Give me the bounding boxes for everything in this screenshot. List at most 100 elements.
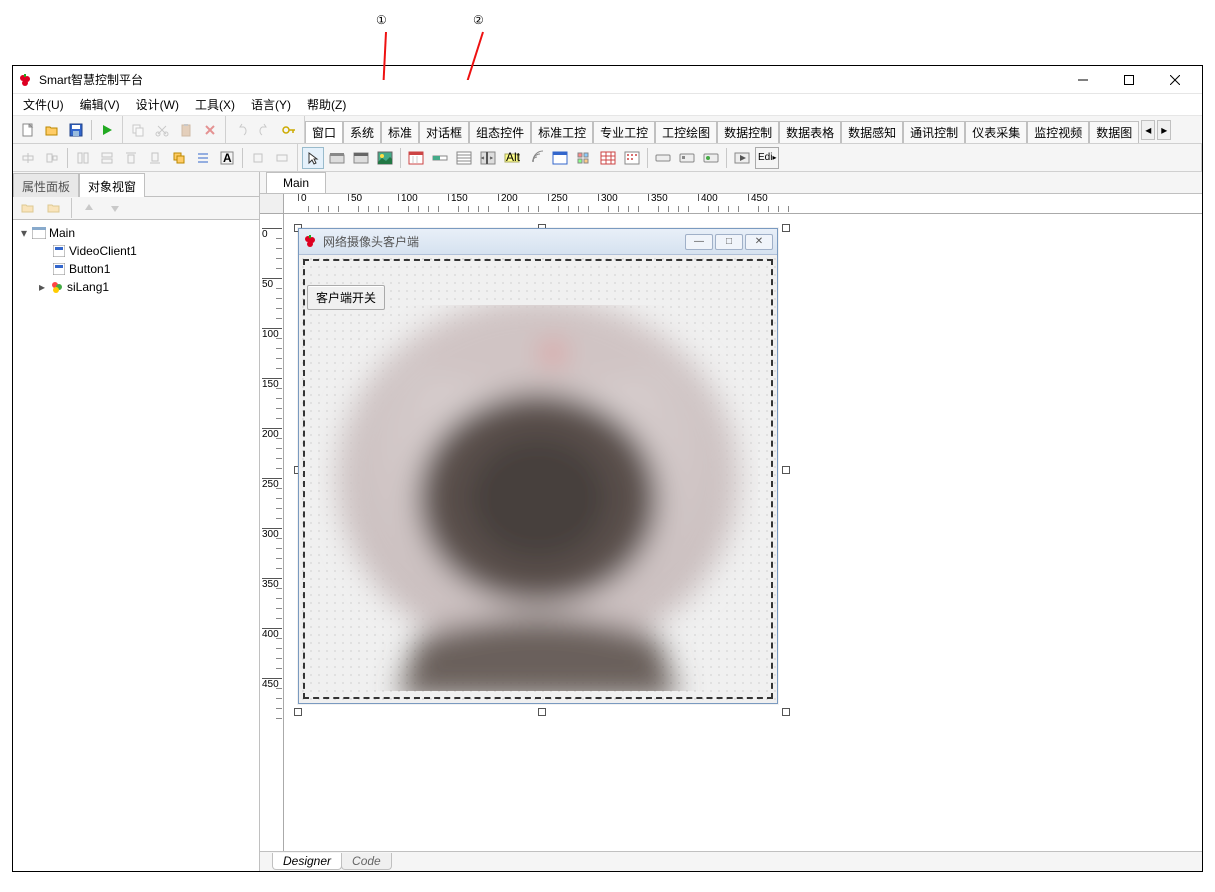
resize-handle[interactable] (782, 708, 790, 716)
menu-language[interactable]: 语言(Y) (245, 94, 297, 115)
key-button[interactable] (278, 119, 300, 141)
component-category-tabs: 窗口 系统 标准 对话框 组态控件 标准工控 专业工控 工控绘图 数据控制 数据… (305, 116, 1202, 143)
comp-button-2[interactable] (676, 147, 698, 169)
tree-node-button1[interactable]: Button1 (15, 260, 257, 278)
tab-property-panel[interactable]: 属性面板 (13, 173, 79, 197)
resize-handle[interactable] (538, 708, 546, 716)
raspberry-icon (303, 234, 319, 250)
menu-tools[interactable]: 工具(X) (189, 94, 241, 115)
doc-tab-main[interactable]: Main (266, 172, 326, 193)
align-tool-5[interactable] (120, 147, 142, 169)
tree-node-main[interactable]: ▾ Main (15, 224, 257, 242)
align-tool-list[interactable] (192, 147, 214, 169)
comp-progress[interactable] (429, 147, 451, 169)
undo-button[interactable] (230, 119, 252, 141)
video-client-component[interactable] (311, 305, 765, 691)
tree-label-silang1: siLang1 (67, 280, 109, 294)
align-tool-10[interactable] (271, 147, 293, 169)
tree-tool-folder-2[interactable] (43, 197, 65, 219)
copy-button[interactable] (127, 119, 149, 141)
comp-dots[interactable] (621, 147, 643, 169)
align-tool-6[interactable] (144, 147, 166, 169)
cat-tab-standard[interactable]: 标准 (381, 121, 419, 143)
align-tool-1[interactable] (17, 147, 39, 169)
resize-handle[interactable] (294, 708, 302, 716)
new-button[interactable] (17, 119, 39, 141)
save-button[interactable] (65, 119, 87, 141)
cat-tab-pro-industrial[interactable]: 专业工控 (593, 121, 655, 143)
cat-tab-std-industrial[interactable]: 标准工控 (531, 121, 593, 143)
maximize-button[interactable] (1106, 66, 1152, 94)
cat-tab-monitor-video[interactable]: 监控视频 (1027, 121, 1089, 143)
close-button[interactable] (1152, 66, 1198, 94)
menu-edit[interactable]: 编辑(V) (74, 94, 126, 115)
cat-tab-dialog[interactable]: 对话框 (419, 121, 469, 143)
form-maximize[interactable]: □ (715, 234, 743, 250)
form-close[interactable]: ✕ (745, 234, 773, 250)
cat-tab-data-chart[interactable]: 数据图 (1089, 121, 1139, 143)
delete-button[interactable] (199, 119, 221, 141)
menu-file[interactable]: 文件(U) (17, 94, 70, 115)
align-tool-3[interactable] (72, 147, 94, 169)
form-minimize[interactable]: ― (685, 234, 713, 250)
menu-design[interactable]: 设计(W) (130, 94, 185, 115)
cat-tab-instrument[interactable]: 仪表采集 (965, 121, 1027, 143)
redo-button[interactable] (254, 119, 276, 141)
tab-scroll-right[interactable]: ▸ (1157, 120, 1171, 140)
design-canvas[interactable]: 050100150200250300350400450 050100150200… (260, 194, 1202, 851)
pointer-tool[interactable] (302, 147, 324, 169)
align-tool-duplicate[interactable] (168, 147, 190, 169)
cat-tab-window[interactable]: 窗口 (305, 121, 343, 143)
open-button[interactable] (41, 119, 63, 141)
text-tool[interactable]: A (216, 147, 238, 169)
cat-tab-data-control[interactable]: 数据控制 (717, 121, 779, 143)
tree-tool-folder-1[interactable] (17, 197, 39, 219)
comp-window[interactable] (549, 147, 571, 169)
ruler-horizontal: 050100150200250300350400450 (284, 194, 1202, 214)
comp-image[interactable] (374, 147, 396, 169)
comp-button-1[interactable] (652, 147, 674, 169)
comp-play[interactable] (731, 147, 753, 169)
menu-help[interactable]: 帮助(Z) (301, 94, 352, 115)
minimize-button[interactable] (1060, 66, 1106, 94)
comp-edit-text[interactable]: Edi▸ (755, 147, 779, 169)
tree-node-silang1[interactable]: ▸ siLang1 (15, 278, 257, 296)
align-tool-9[interactable] (247, 147, 269, 169)
tab-object-view[interactable]: 对象视窗 (79, 173, 145, 197)
tree-label-main: Main (49, 226, 75, 240)
paste-button[interactable] (175, 119, 197, 141)
comp-divider[interactable] (477, 147, 499, 169)
cat-tab-industrial-drawing[interactable]: 工控绘图 (655, 121, 717, 143)
bottom-tab-designer[interactable]: Designer (272, 853, 342, 870)
cat-tab-system[interactable]: 系统 (343, 121, 381, 143)
comp-table[interactable] (597, 147, 619, 169)
ruler-vertical: 050100150200250300350400450 (260, 214, 284, 851)
tree-tool-up[interactable] (78, 197, 100, 219)
tab-scroll-left[interactable]: ◂ (1141, 120, 1155, 140)
resize-handle[interactable] (782, 224, 790, 232)
tree-tool-down[interactable] (104, 197, 126, 219)
callout-2-label: ② (473, 13, 484, 27)
component-icon (51, 261, 67, 277)
comp-panel-2[interactable] (350, 147, 372, 169)
comp-calendar[interactable] (405, 147, 427, 169)
comp-panel[interactable] (326, 147, 348, 169)
cut-button[interactable] (151, 119, 173, 141)
comp-alt-text[interactable]: Alt (501, 147, 523, 169)
comp-grid[interactable] (573, 147, 595, 169)
align-tool-4[interactable] (96, 147, 118, 169)
tree-node-videoclient1[interactable]: VideoClient1 (15, 242, 257, 260)
comp-list[interactable] (453, 147, 475, 169)
cat-tab-data-grid[interactable]: 数据表格 (779, 121, 841, 143)
run-button[interactable] (96, 119, 118, 141)
bottom-tab-code[interactable]: Code (341, 853, 392, 870)
cat-tab-comm-control[interactable]: 通讯控制 (903, 121, 965, 143)
comp-signal[interactable] (525, 147, 547, 169)
left-panel: 属性面板 对象视窗 ▾ Main (13, 172, 260, 871)
cat-tab-data-aware[interactable]: 数据感知 (841, 121, 903, 143)
cat-tab-config-control[interactable]: 组态控件 (469, 121, 531, 143)
designed-form[interactable]: 网络摄像头客户端 ― □ ✕ 客户端开关 (298, 228, 778, 704)
resize-handle[interactable] (782, 466, 790, 474)
align-tool-2[interactable] (41, 147, 63, 169)
comp-button-3[interactable] (700, 147, 722, 169)
